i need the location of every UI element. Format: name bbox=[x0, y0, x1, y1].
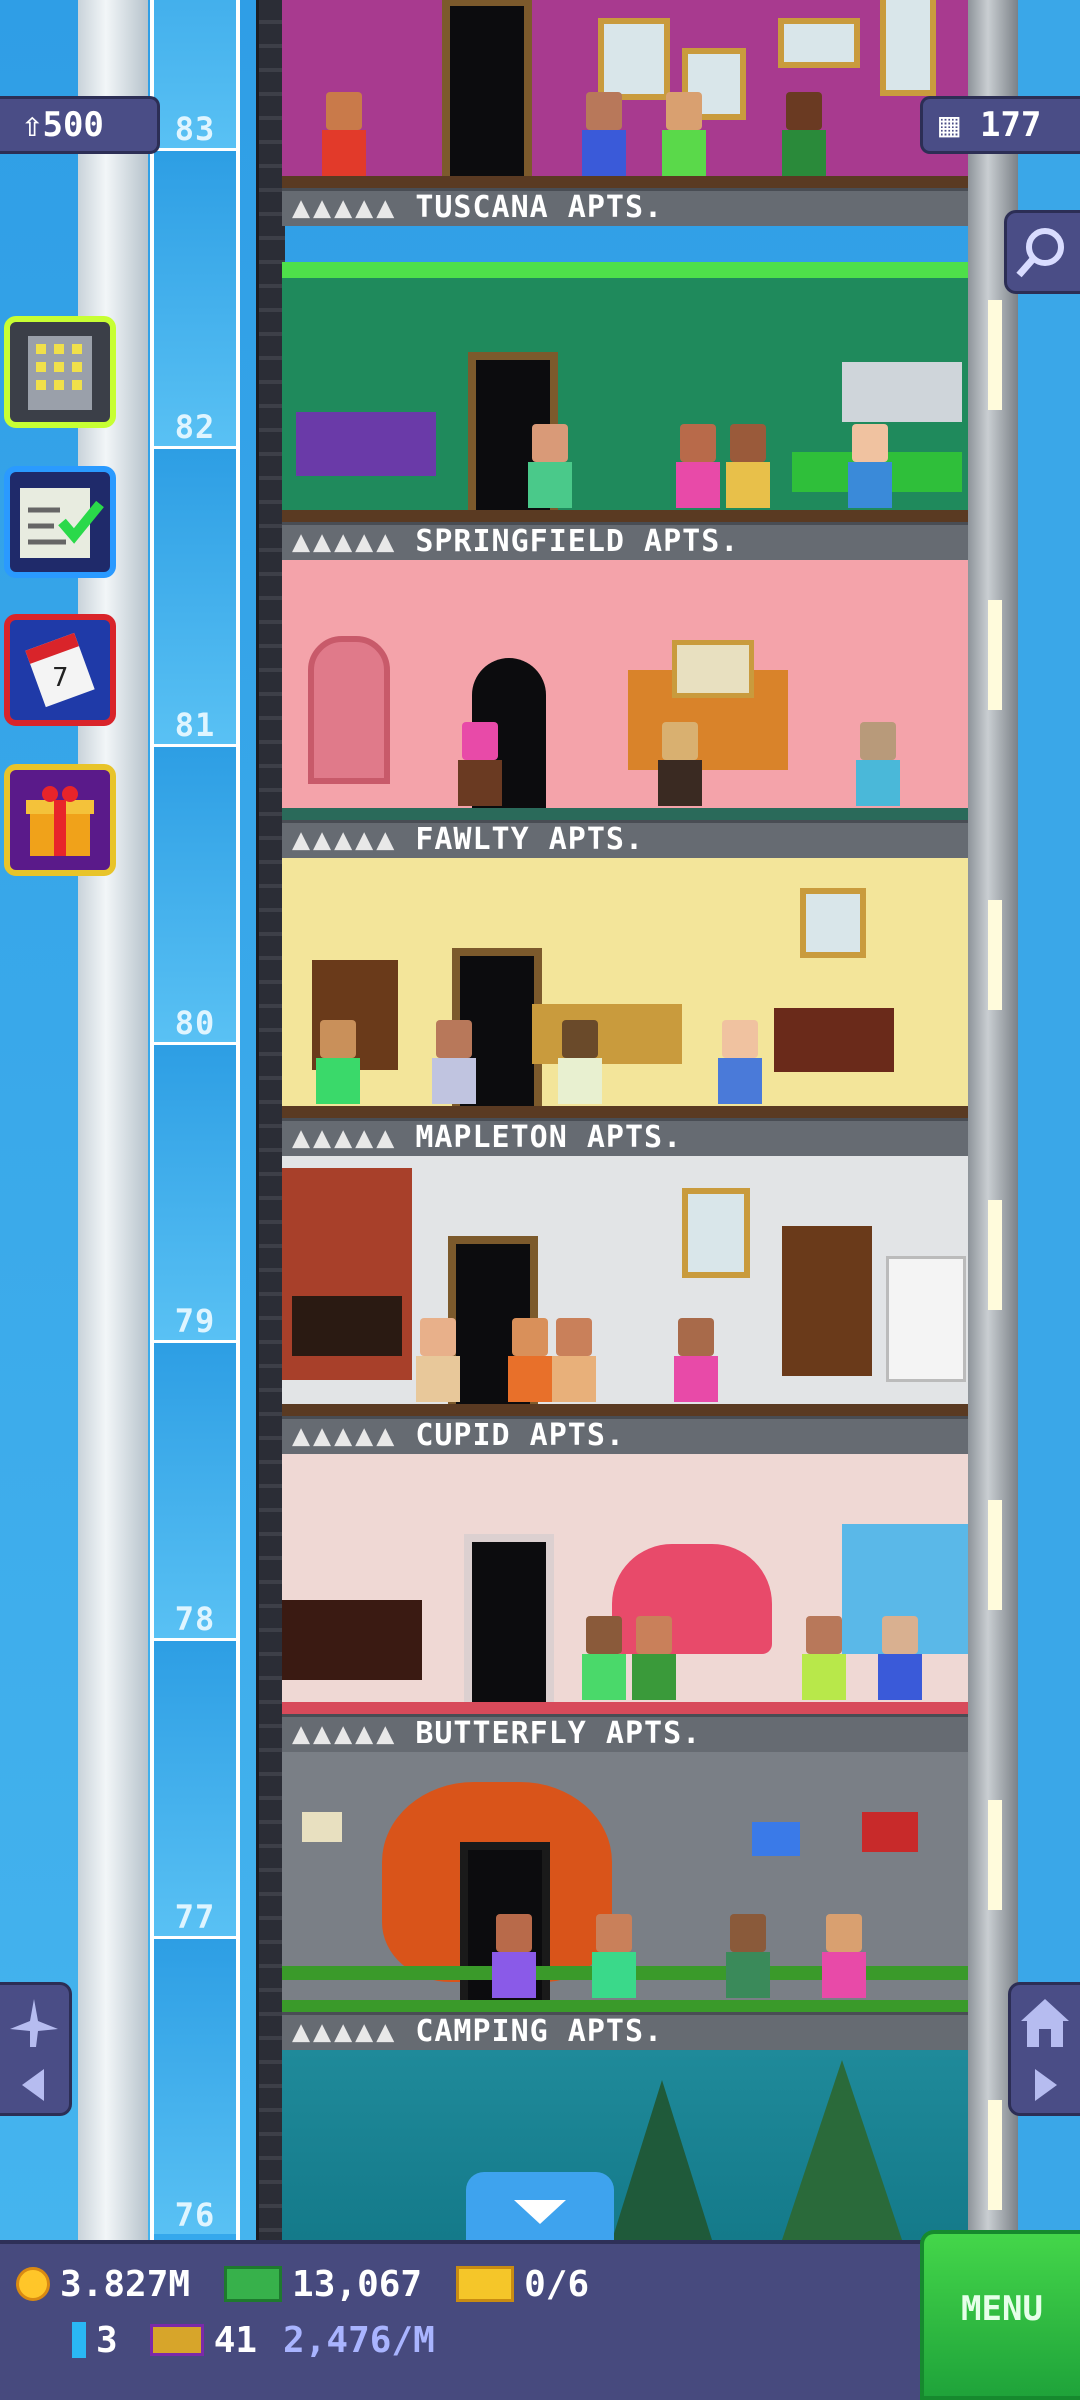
floor-tuscana[interactable]: ▲▲▲▲▲ TUSCANA APTS. bbox=[282, 0, 968, 262]
elevator-nav-button[interactable] bbox=[0, 1982, 72, 2116]
build-floor-icon bbox=[28, 336, 92, 410]
tower-view[interactable]: 83 82 81 80 79 78 77 76 ▲▲▲▲▲ TUSCANA APT… bbox=[0, 0, 1080, 2240]
floor-name-fawlty: FAWLTY APTS. bbox=[415, 822, 645, 857]
floor-name-cupid: CUPID APTS. bbox=[415, 1418, 625, 1453]
bux-icon bbox=[72, 2322, 86, 2358]
svg-text:7: 7 bbox=[52, 663, 69, 693]
calendar-icon: 7 bbox=[25, 632, 95, 708]
gift-icon bbox=[26, 786, 94, 856]
floor-name-mapleton: MAPLETON APTS. bbox=[415, 1120, 683, 1155]
floor-number-83: 83 bbox=[174, 110, 216, 148]
floor-number-80: 80 bbox=[174, 1004, 216, 1042]
search-button[interactable] bbox=[1004, 210, 1080, 294]
floor-fawlty[interactable]: ▲▲▲▲▲ FAWLTY APTS. bbox=[282, 560, 968, 858]
floor-number-81: 81 bbox=[174, 706, 216, 744]
home-icon bbox=[1021, 1999, 1069, 2101]
stories-counter[interactable]: ▦ 177 bbox=[920, 96, 1080, 154]
floor-76[interactable] bbox=[282, 2050, 968, 2240]
missions-button[interactable] bbox=[4, 466, 116, 578]
floor-name-springfield: SPRINGFIELD APTS. bbox=[415, 524, 740, 559]
income-rate: 2,476/M bbox=[283, 2319, 435, 2361]
floor-stars: ▲▲▲▲▲ bbox=[292, 2014, 398, 2049]
vip-icon bbox=[149, 2324, 204, 2356]
tower-spine bbox=[256, 0, 285, 2240]
floor-stars: ▲▲▲▲▲ bbox=[292, 190, 398, 225]
bux-value: 3 bbox=[96, 2319, 118, 2361]
menu-button[interactable]: MENU bbox=[920, 2230, 1080, 2400]
floor-number-77: 77 bbox=[174, 1898, 216, 1936]
floor-camping[interactable]: ▲▲▲▲▲ CAMPING APTS. bbox=[282, 1752, 968, 2050]
cash-icon bbox=[224, 2266, 283, 2302]
floor-stars: ▲▲▲▲▲ bbox=[292, 524, 398, 559]
floor-stars: ▲▲▲▲▲ bbox=[292, 1120, 398, 1155]
floor-name-camping: CAMPING APTS. bbox=[415, 2014, 664, 2049]
ticket-icon bbox=[456, 2266, 515, 2302]
floors-icon: ▦ bbox=[939, 105, 960, 145]
floor-stars: ▲▲▲▲▲ bbox=[292, 822, 398, 857]
resource-bar: 3.827M 13,067 0/6 3 41 2,476/M bbox=[0, 2240, 1080, 2400]
chevron-down-icon bbox=[514, 2200, 566, 2224]
cash-value: 13,067 bbox=[292, 2263, 423, 2305]
build-floor-button[interactable] bbox=[4, 316, 116, 428]
floor-number-78: 78 bbox=[174, 1600, 216, 1638]
scroll-down-button[interactable] bbox=[466, 2172, 614, 2240]
search-icon bbox=[1016, 228, 1064, 278]
elevator-shaft[interactable]: 83 82 81 80 79 78 77 76 bbox=[150, 0, 240, 2240]
tickets-value: 0/6 bbox=[524, 2263, 590, 2305]
floor-number-76: 76 bbox=[174, 2196, 216, 2234]
floor-name-butterfly: BUTTERFLY APTS. bbox=[415, 1716, 702, 1751]
gift-button[interactable] bbox=[4, 764, 116, 876]
floor-stars: ▲▲▲▲▲ bbox=[292, 1716, 398, 1751]
lobby-nav-button[interactable] bbox=[1008, 1982, 1080, 2116]
floor-number-79: 79 bbox=[174, 1302, 216, 1340]
floor-stars: ▲▲▲▲▲ bbox=[292, 1418, 398, 1453]
floor-springfield[interactable]: ▲▲▲▲▲ SPRINGFIELD APTS. bbox=[282, 262, 968, 560]
stories-value: 177 bbox=[979, 105, 1042, 145]
population-counter[interactable]: ⇧500 bbox=[0, 96, 160, 154]
coin-icon bbox=[16, 2267, 50, 2301]
missions-icon bbox=[20, 488, 104, 558]
floor-cupid[interactable]: ▲▲▲▲▲ CUPID APTS. bbox=[282, 1156, 968, 1454]
population-value: 500 bbox=[42, 105, 104, 145]
calendar-button[interactable]: 7 bbox=[4, 614, 116, 726]
person-icon: ⇧ bbox=[22, 105, 43, 145]
coins-value: 3.827M bbox=[60, 2263, 191, 2305]
menu-label: MENU bbox=[961, 2289, 1043, 2329]
plane-icon bbox=[10, 1999, 58, 2101]
floor-name-tuscana: TUSCANA APTS. bbox=[415, 190, 664, 225]
floor-number-82: 82 bbox=[174, 408, 216, 446]
vip-value: 41 bbox=[213, 2319, 258, 2361]
floor-mapleton[interactable]: ▲▲▲▲▲ MAPLETON APTS. bbox=[282, 858, 968, 1156]
floor-butterfly[interactable]: ▲▲▲▲▲ BUTTERFLY APTS. bbox=[282, 1454, 968, 1752]
